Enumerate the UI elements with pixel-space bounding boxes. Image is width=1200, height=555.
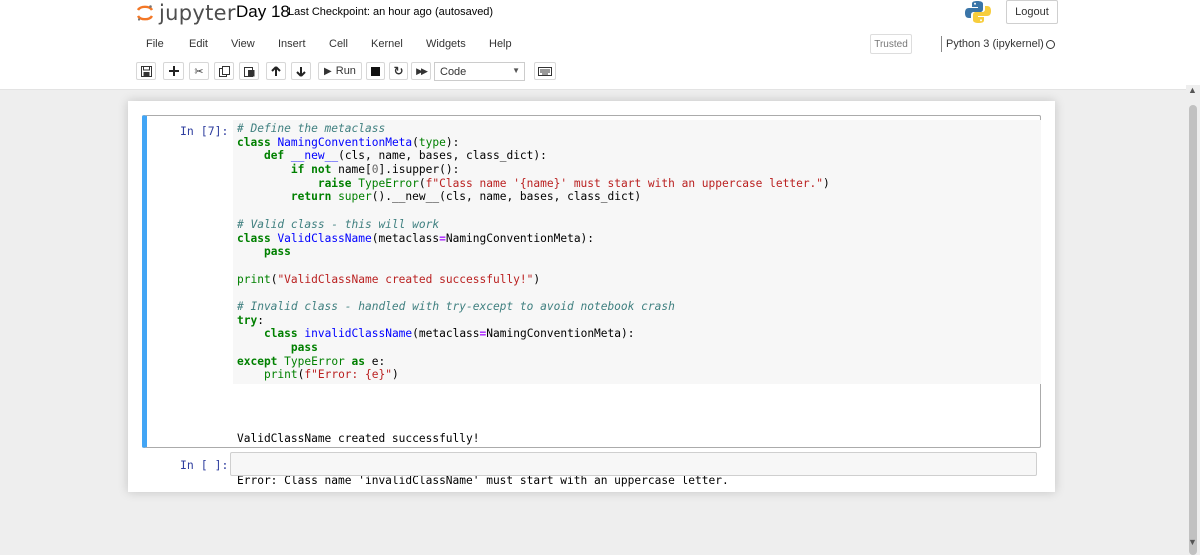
copy-icon: [218, 65, 230, 77]
move-down-button[interactable]: [291, 62, 311, 80]
chevron-down-icon: ▼: [512, 66, 520, 75]
menu-widgets[interactable]: Widgets: [426, 38, 466, 50]
code-line: class ValidClassName(metaclass=NamingCon…: [237, 231, 595, 245]
code-line: return super().__new__(cls, name, bases,…: [290, 190, 642, 204]
copy-button[interactable]: [214, 62, 234, 80]
arrow-up-icon: [271, 65, 281, 76]
jupyter-logo-icon: [136, 4, 154, 22]
menu-cell[interactable]: Cell: [329, 38, 348, 50]
notebook-header: jupyter Day 18 Last Checkpoint: an hour …: [0, 0, 1200, 90]
code-line: print("ValidClassName created successful…: [237, 272, 541, 286]
code-line: # Invalid class - handled with try-excep…: [237, 299, 675, 313]
scroll-thumb[interactable]: [1189, 105, 1197, 555]
save-icon: [140, 65, 152, 77]
code-line: raise TypeError(f"Class name '{name}' mu…: [317, 176, 830, 190]
kernel-name[interactable]: Python 3 (ipykernel): [946, 38, 1044, 50]
code-line: pass: [263, 245, 291, 259]
plus-icon: [168, 66, 179, 76]
code-line: except TypeError as e:: [237, 354, 386, 368]
run-label: Run: [335, 65, 356, 77]
jupyter-logo[interactable]: jupyter: [136, 0, 236, 26]
code-line: class invalidClassName(metaclass=NamingC…: [263, 327, 635, 341]
cut-button[interactable]: ✂: [189, 62, 209, 80]
menu-insert[interactable]: Insert: [278, 38, 306, 50]
paste-icon: [243, 66, 254, 77]
menu-view[interactable]: View: [231, 38, 255, 50]
cell-type-select[interactable]: Code ▼: [434, 62, 525, 81]
insert-cell-button[interactable]: [163, 62, 184, 80]
move-up-button[interactable]: [266, 62, 286, 80]
logout-button[interactable]: Logout: [1006, 0, 1058, 24]
restart-icon: ↻: [393, 64, 404, 78]
notebook-name[interactable]: Day 18: [236, 2, 290, 22]
restart-button[interactable]: ↻: [389, 62, 408, 80]
keyboard-icon: [538, 66, 552, 76]
cut-icon: ✂: [194, 65, 204, 78]
code-line: class NamingConventionMeta(type):: [237, 135, 460, 149]
run-button[interactable]: ▶ Run: [318, 62, 362, 80]
fast-forward-icon: ▶▶: [416, 65, 428, 76]
checkpoint-status: Last Checkpoint: an hour ago: [288, 6, 432, 18]
input-prompt-empty: In [ ]:: [180, 458, 229, 472]
empty-code-editor[interactable]: [230, 452, 1037, 476]
kernel-idle-icon: [1046, 40, 1055, 49]
stop-icon: [371, 66, 380, 76]
notebook-container: In [7]: # Define the metaclass class Nami…: [128, 101, 1055, 492]
input-prompt: In [7]:: [180, 124, 229, 138]
code-line: pass: [290, 341, 318, 354]
output-line: Error: Class name 'invalidClassName' mus…: [237, 474, 729, 487]
output-line: ValidClassName created successfully!: [237, 432, 480, 445]
cell-type-value: Code: [440, 65, 467, 78]
paste-button[interactable]: [239, 62, 259, 80]
menu-edit[interactable]: Edit: [189, 38, 208, 50]
command-palette-button[interactable]: [534, 62, 556, 80]
menu-help[interactable]: Help: [489, 38, 512, 50]
code-line: # Define the metaclass: [237, 122, 386, 135]
save-button[interactable]: [136, 62, 156, 80]
arrow-down-icon: [296, 66, 306, 77]
run-icon: ▶: [324, 65, 332, 77]
code-line: def __new__(cls, name, bases, class_dict…: [263, 149, 547, 163]
code-line: if not name[0].isupper():: [290, 163, 460, 177]
code-line: # Valid class - this will work: [237, 217, 440, 231]
toolbar: ✂ ▶ Run ↻ ▶▶: [0, 62, 1200, 82]
python-logo-icon: [964, 0, 992, 24]
code-editor[interactable]: # Define the metaclass class NamingConven…: [233, 120, 1041, 385]
page-scrollbar[interactable]: ▲ ▼: [1186, 85, 1200, 555]
code-cell-selected[interactable]: In [7]: # Define the metaclass class Nami…: [142, 115, 1041, 487]
code-line: try:: [237, 313, 264, 327]
trusted-indicator[interactable]: Trusted: [870, 34, 912, 54]
jupyter-logo-text: jupyter: [159, 1, 236, 25]
interrupt-button[interactable]: [366, 62, 385, 80]
autosave-status: (autosaved): [435, 6, 494, 18]
restart-run-all-button[interactable]: ▶▶: [411, 62, 431, 80]
menu-file[interactable]: File: [146, 38, 164, 50]
code-line: print(f"Error: {e}"): [263, 368, 399, 382]
kernel-separator: [941, 36, 942, 52]
scroll-down-icon[interactable]: ▼: [1188, 537, 1197, 547]
scroll-up-icon[interactable]: ▲: [1188, 85, 1197, 95]
menu-kernel[interactable]: Kernel: [371, 38, 403, 50]
